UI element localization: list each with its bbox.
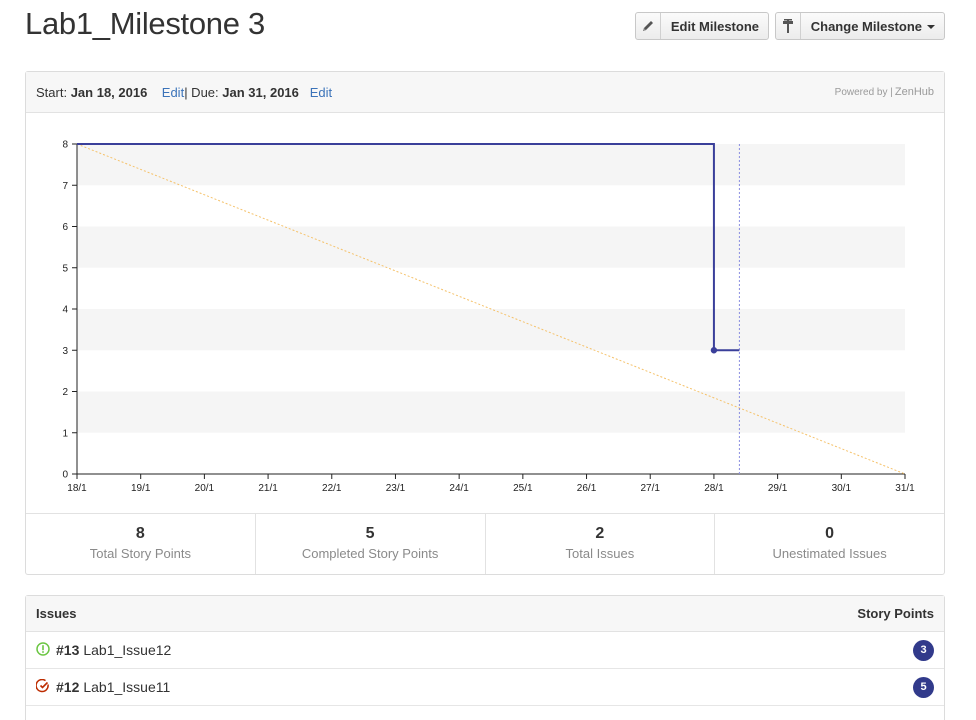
story-points-badge: 3 [913, 639, 934, 661]
y-tick-label: 8 [62, 140, 68, 151]
x-tick-label: 19/1 [131, 483, 151, 494]
issue-title[interactable]: Lab1_Issue12 [83, 642, 171, 658]
x-tick-label: 31/1 [895, 483, 915, 494]
edit-milestone-label: Edit Milestone [670, 18, 759, 34]
stat-total-story-points: 8 Total Story Points [26, 514, 256, 574]
x-tick-label: 27/1 [640, 483, 660, 494]
due-label: | Due: [184, 84, 219, 100]
x-tick-label: 29/1 [768, 483, 788, 494]
issue-row[interactable]: #12 Lab1_Issue11 5 [26, 669, 944, 706]
stat-value: 5 [365, 525, 375, 542]
start-label: Start: [36, 84, 68, 100]
issues-header: Issues Story Points [26, 596, 944, 632]
signpost-icon [776, 13, 801, 39]
stat-label: Completed Story Points [301, 546, 439, 561]
x-tick-label: 30/1 [832, 483, 852, 494]
x-tick-label: 18/1 [67, 483, 87, 494]
edit-start-link[interactable]: Edit [162, 85, 184, 100]
x-tick-label: 22/1 [322, 483, 342, 494]
stat-label: Total Issues [565, 546, 635, 561]
burndown-panel: Start: Jan 18, 2016 Edit | Due: Jan 31, … [25, 71, 945, 575]
y-tick-label: 6 [62, 222, 68, 233]
issues-header-label: Issues [36, 606, 77, 621]
zenhub-logo: ZenHub [894, 86, 934, 98]
grid-band [77, 391, 905, 433]
y-tick-label: 0 [62, 470, 68, 481]
x-tick-label: 26/1 [577, 483, 597, 494]
stat-value: 0 [825, 525, 835, 542]
stat-total-issues: 2 Total Issues [486, 514, 716, 574]
stat-value: 2 [595, 525, 605, 542]
stats-bar: 8 Total Story Points 5 Completed Story P… [26, 513, 944, 574]
stat-label: Unestimated Issues [772, 546, 887, 561]
grid-band [77, 144, 905, 186]
y-tick-label: 3 [62, 346, 68, 357]
y-tick-label: 5 [62, 263, 68, 274]
change-milestone-label: Change Milestone [801, 19, 944, 34]
burndown-chart: 0 1 2 3 4 5 6 7 8 18/1 19/1 20/1 21/1 22/1 23/1 24/1 25/… [26, 114, 944, 514]
stat-unestimated-issues: 0 Unestimated Issues [715, 514, 944, 574]
open-issue-icon [36, 641, 50, 659]
story-points-header-label: Story Points [857, 606, 934, 621]
issue-title[interactable]: Lab1_Issue11 [83, 679, 170, 695]
milestone-dates-bar: Start: Jan 18, 2016 Edit | Due: Jan 31, … [26, 72, 944, 113]
change-milestone-button[interactable]: Change Milestone [775, 12, 945, 40]
powered-by: Powered by | ZenHub [834, 86, 934, 98]
edit-milestone-button[interactable]: Edit Milestone [635, 12, 769, 40]
x-tick-label: 25/1 [513, 483, 533, 494]
due-date: Jan 31, 2016 [222, 84, 299, 100]
x-tick-label: 28/1 [704, 483, 724, 494]
grid-band [77, 309, 905, 351]
issue-number: #13 [56, 642, 80, 658]
y-tick-label: 2 [62, 387, 68, 398]
issue-row[interactable]: #13 Lab1_Issue12 3 [26, 632, 944, 669]
pencil-icon [636, 13, 661, 39]
y-tick-label: 1 [62, 428, 68, 439]
burndown-point [710, 347, 718, 354]
page-title: Lab1_Milestone 3 [25, 6, 265, 41]
edit-due-link[interactable]: Edit [310, 85, 332, 100]
closed-issue-icon [35, 678, 50, 696]
x-tick-label: 21/1 [258, 483, 278, 494]
stat-value: 8 [135, 525, 145, 542]
grid-band [77, 226, 905, 268]
stat-completed-story-points: 5 Completed Story Points [256, 514, 486, 574]
caret-down-icon [927, 25, 935, 30]
y-tick-label: 7 [62, 181, 68, 192]
x-tick-label: 20/1 [195, 483, 215, 494]
issues-panel: Issues Story Points #13 Lab1_Issue12 3 #… [25, 595, 945, 720]
y-tick-label: 4 [62, 305, 68, 316]
start-date: Jan 18, 2016 [70, 84, 148, 100]
story-points-badge: 5 [913, 676, 934, 698]
x-tick-label: 24/1 [449, 483, 469, 494]
issue-number: #12 [56, 679, 80, 695]
stat-label: Total Story Points [89, 546, 191, 561]
x-tick-label: 23/1 [386, 483, 406, 494]
burndown-chart-svg: 0 1 2 3 4 5 6 7 8 18/1 19/1 20/1 21/1 22/1 23/1 24/1 25/… [62, 140, 915, 495]
